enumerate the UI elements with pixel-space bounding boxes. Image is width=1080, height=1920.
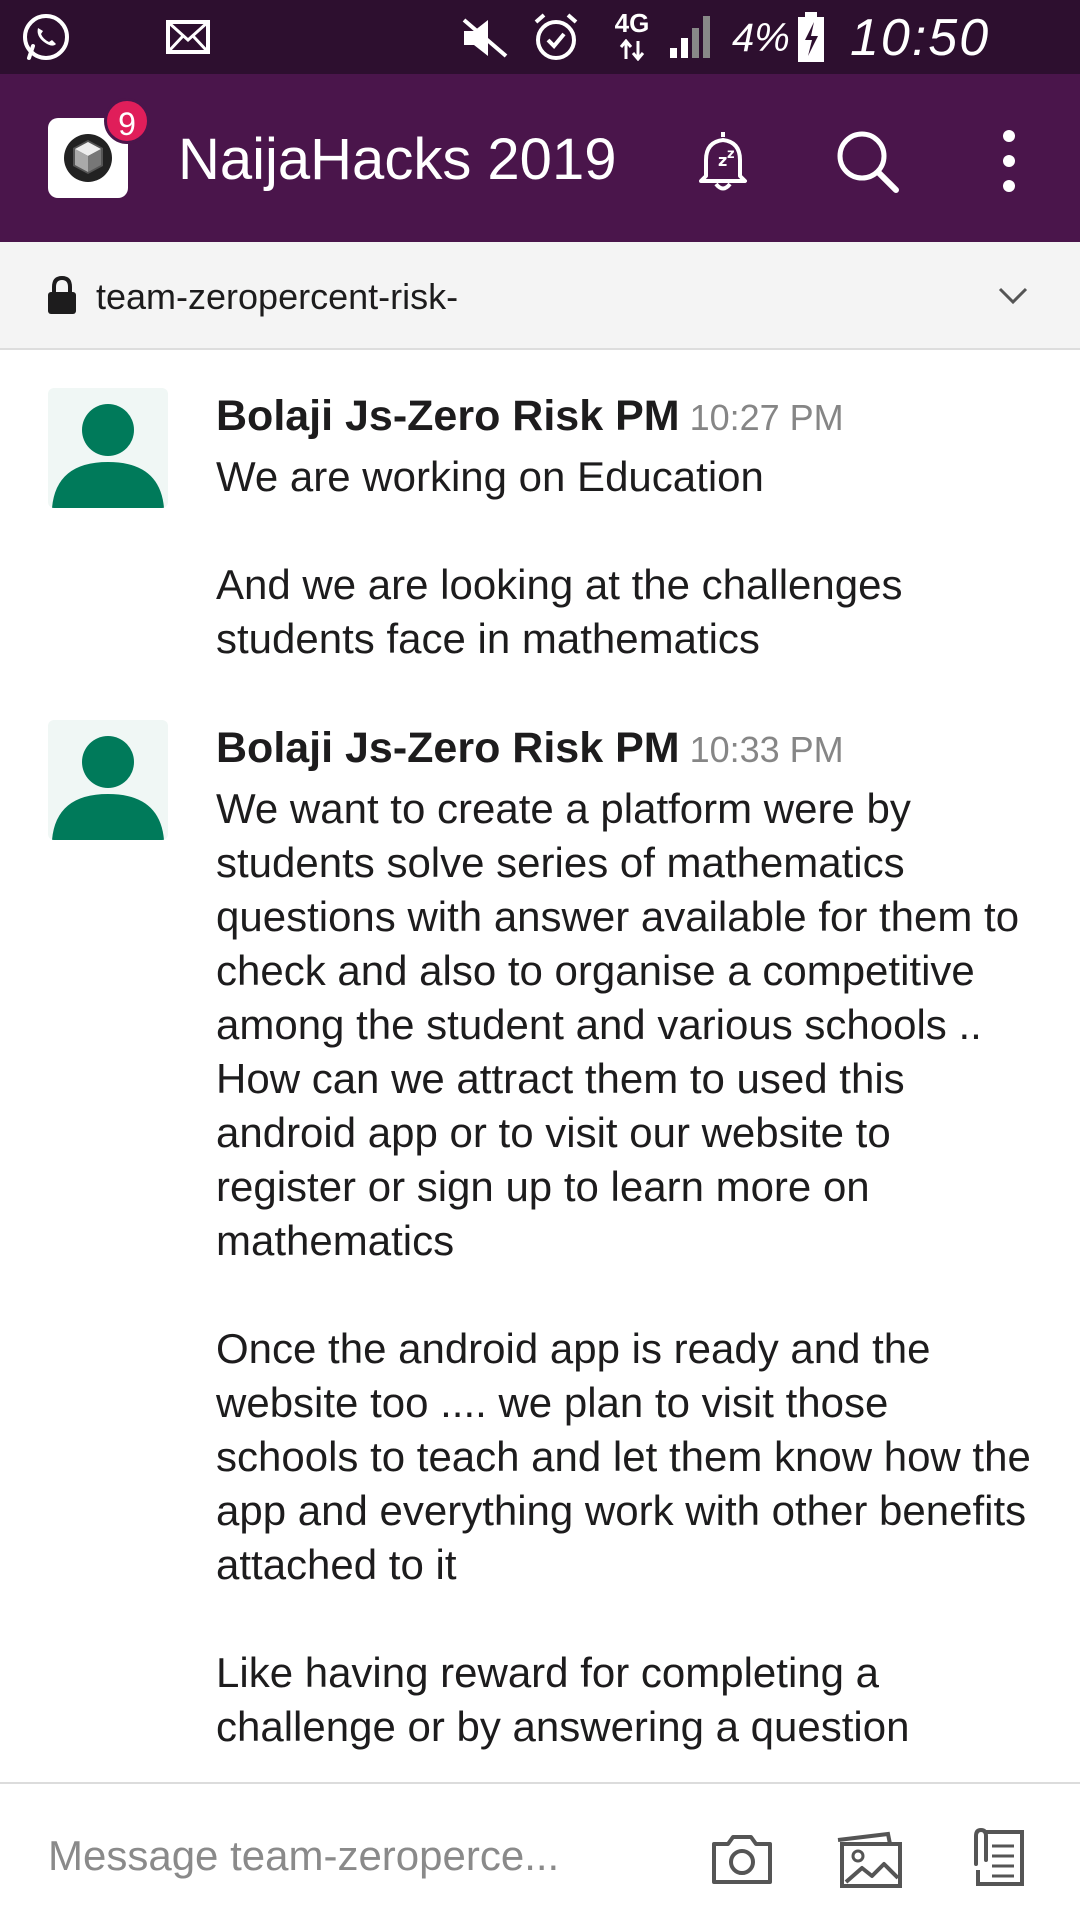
whatsapp-icon — [23, 14, 69, 60]
svg-text:z: z — [718, 151, 727, 170]
message-paragraph: Like having reward for completing a chal… — [216, 1649, 910, 1750]
message: Bolaji Js-Zero Risk PM 10:33 PM We want t… — [0, 684, 1080, 1782]
message-paragraph: We are working on Education — [216, 453, 764, 500]
message-paragraph: How can we attract them to used this and… — [216, 1055, 905, 1264]
battery-percent: 4% — [732, 16, 790, 60]
attach-file-icon[interactable] — [962, 1822, 1034, 1894]
channel-name: team-zeropercent-risk- — [96, 276, 459, 317]
author-name[interactable]: Bolaji Js-Zero Risk PM — [216, 724, 680, 772]
message-header: Bolaji Js-Zero Risk PM 10:27 PM — [216, 392, 844, 441]
user-avatar-icon — [52, 736, 164, 840]
message-list[interactable]: Bolaji Js-Zero Risk PM 10:27 PM We are wo… — [0, 352, 1080, 1782]
mute-icon — [462, 18, 508, 58]
screen: 4G 4% 10:50 PM — [0, 0, 1080, 1920]
more-vert-icon[interactable] — [974, 126, 1044, 196]
avatar[interactable] — [48, 720, 168, 840]
message-input[interactable] — [48, 1828, 608, 1884]
network-4g-icon: 4G — [612, 8, 652, 61]
message-paragraph: Once the android app is ready and the we… — [216, 1325, 1031, 1588]
camera-icon[interactable] — [706, 1822, 778, 1894]
snooze-bell-icon[interactable]: z z — [688, 126, 758, 196]
lock-icon — [48, 276, 76, 314]
photo-library-icon[interactable] — [834, 1822, 906, 1894]
svg-text:z: z — [727, 147, 735, 162]
search-icon[interactable] — [832, 126, 902, 196]
timestamp: 10:33 PM — [689, 729, 844, 770]
timestamp: 10:27 PM — [689, 397, 844, 438]
app-bar: 9 NaijaHacks 2019 z z — [0, 74, 1080, 242]
message-body: We want to create a platform were by stu… — [216, 782, 1036, 1754]
avatar[interactable] — [48, 388, 168, 508]
mail-icon — [166, 20, 210, 54]
message-header: Bolaji Js-Zero Risk PM 10:33 PM — [216, 724, 844, 773]
author-name[interactable]: Bolaji Js-Zero Risk PM — [216, 392, 680, 440]
workspace-logo-icon — [64, 134, 112, 182]
workspace-title[interactable]: NaijaHacks 2019 — [178, 126, 616, 193]
status-bar: 4G 4% 10:50 PM — [0, 0, 1080, 127]
message: Bolaji Js-Zero Risk PM 10:27 PM We are wo… — [0, 352, 1080, 684]
alarm-icon — [534, 13, 578, 60]
channel-header[interactable]: team-zeropercent-risk- — [0, 242, 1080, 350]
message-body: We are working on Education And we are l… — [216, 450, 1036, 666]
message-paragraph: We want to create a platform were by stu… — [216, 785, 1020, 1048]
signal-icon — [670, 16, 710, 58]
notification-badge: 9 — [104, 98, 150, 144]
battery-charging-icon — [798, 12, 824, 62]
message-composer — [0, 1782, 1080, 1920]
network-type: 4G — [614, 8, 650, 38]
chevron-down-icon[interactable] — [996, 278, 1030, 312]
message-paragraph: And we are looking at the challenges stu… — [216, 561, 903, 662]
user-avatar-icon — [52, 404, 164, 508]
